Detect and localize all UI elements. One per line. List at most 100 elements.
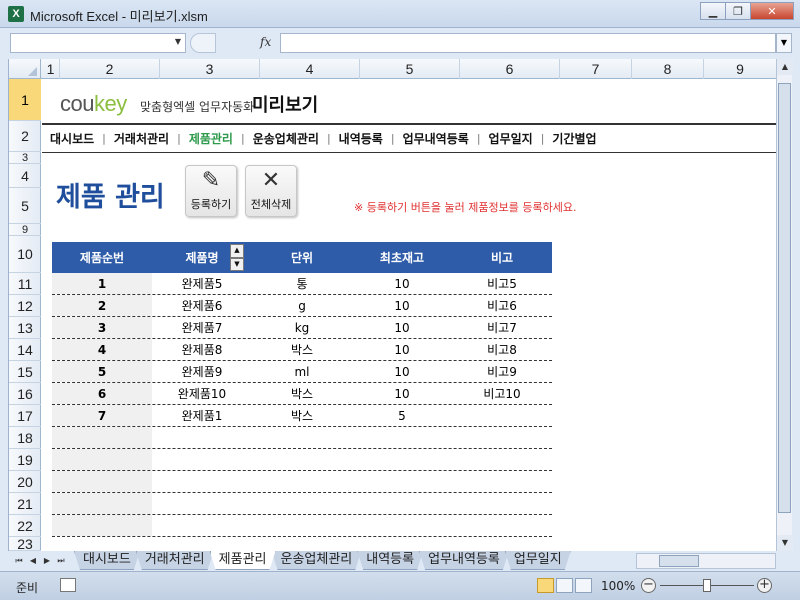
cell-note[interactable] — [452, 493, 552, 514]
nav-item-carriers[interactable]: 운송업체관리 — [245, 130, 327, 147]
arrow-up-icon[interactable]: ▲ — [230, 244, 244, 258]
column-header[interactable]: 8 — [632, 59, 704, 79]
row-header[interactable]: 9 — [9, 224, 41, 236]
cell-seq[interactable]: 3 — [52, 317, 152, 338]
cell-note[interactable] — [452, 471, 552, 492]
page-break-view-button[interactable] — [575, 578, 592, 593]
cell-unit[interactable] — [252, 471, 352, 492]
row-header[interactable]: 18 — [9, 427, 41, 449]
row-header[interactable]: 23 — [9, 536, 41, 551]
cell-stock[interactable] — [352, 449, 452, 470]
cell-seq[interactable]: 2 — [52, 295, 152, 316]
nav-item-work-log[interactable]: 업무일지 — [481, 130, 541, 147]
cell-name[interactable]: 완제품9 — [152, 361, 252, 382]
row-header[interactable]: 15 — [9, 361, 41, 383]
cell-seq[interactable]: 1 — [52, 273, 152, 294]
macro-record-icon[interactable] — [60, 578, 76, 592]
cell-note[interactable]: 비고5 — [452, 273, 552, 294]
close-button[interactable]: ✕ — [750, 2, 794, 20]
cell-stock[interactable]: 10 — [352, 339, 452, 360]
column-header[interactable]: 2 — [60, 59, 160, 79]
column-header[interactable]: 5 — [360, 59, 460, 79]
name-box[interactable]: ▼ — [10, 33, 186, 53]
row-header[interactable]: 16 — [9, 383, 41, 405]
cell-unit[interactable]: 박스 — [252, 383, 352, 404]
table-row[interactable]: 6 완제품10 박스 10 비고10 — [52, 383, 552, 405]
cell-name[interactable]: 완제품7 — [152, 317, 252, 338]
column-header[interactable]: 4 — [260, 59, 360, 79]
vertical-scrollbar[interactable]: ▲ ▼ — [776, 59, 793, 551]
sheet-tab-entry[interactable]: 내역등록 — [357, 551, 423, 570]
expand-formula-bar-button[interactable]: ▼ — [776, 33, 792, 53]
cell-unit[interactable]: g — [252, 295, 352, 316]
row-header[interactable]: 3 — [9, 152, 41, 164]
sheet-tab-clients[interactable]: 거래처관리 — [136, 551, 214, 570]
cell-stock[interactable] — [352, 493, 452, 514]
cell-unit[interactable] — [252, 515, 352, 536]
nav-item-clients[interactable]: 거래처관리 — [106, 130, 177, 147]
table-row[interactable]: 1 완제품5 통 10 비고5 — [52, 273, 552, 295]
column-header[interactable]: 1 — [42, 59, 60, 79]
row-header[interactable]: 5 — [9, 188, 41, 224]
nav-item-work-entry[interactable]: 업무내역등록 — [395, 130, 477, 147]
sheet-tab-products[interactable]: 제품관리 — [210, 551, 276, 570]
row-header[interactable]: 13 — [9, 317, 41, 339]
sheet-tab-work-entry[interactable]: 업무내역등록 — [419, 551, 509, 570]
cell-note[interactable] — [452, 515, 552, 536]
cell-seq[interactable] — [52, 427, 152, 448]
cell-stock[interactable]: 10 — [352, 295, 452, 316]
column-header[interactable]: 3 — [160, 59, 260, 79]
scroll-up-button[interactable]: ▲ — [777, 59, 793, 75]
cell-name[interactable] — [152, 493, 252, 514]
cell-seq[interactable]: 7 — [52, 405, 152, 426]
sheet-tab-dashboard[interactable]: 대시보드 — [74, 551, 140, 570]
cell-name[interactable]: 완제품1 — [152, 405, 252, 426]
table-row[interactable]: 7 완제품1 박스 5 — [52, 405, 552, 427]
nav-item-dashboard[interactable]: 대시보드 — [42, 130, 102, 147]
insert-function-button[interactable]: fx — [260, 35, 271, 49]
next-sheet-icon[interactable]: ▶ — [40, 553, 54, 569]
cell-unit[interactable] — [252, 493, 352, 514]
nav-item-period[interactable]: 기간별업 — [544, 130, 604, 147]
cell-seq[interactable] — [52, 471, 152, 492]
column-header[interactable]: 9 — [704, 59, 776, 79]
normal-view-button[interactable] — [537, 578, 554, 593]
cell-note[interactable] — [452, 427, 552, 448]
cell-name[interactable] — [152, 427, 252, 448]
row-header[interactable]: 22 — [9, 515, 41, 537]
row-header[interactable]: 21 — [9, 493, 41, 515]
cell-seq[interactable] — [52, 449, 152, 470]
cell-stock[interactable] — [352, 515, 452, 536]
cell-name[interactable]: 완제품6 — [152, 295, 252, 316]
table-row[interactable]: 2 완제품6 g 10 비고6 — [52, 295, 552, 317]
cell-name[interactable] — [152, 515, 252, 536]
row-header[interactable]: 19 — [9, 449, 41, 471]
zoom-slider-thumb[interactable] — [703, 579, 711, 592]
cell-note[interactable] — [452, 449, 552, 470]
last-sheet-icon[interactable]: ⏭ — [54, 553, 68, 569]
sheet-tab-work-log[interactable]: 업무일지 — [505, 551, 571, 570]
table-row[interactable]: 5 완제품9 ml 10 비고9 — [52, 361, 552, 383]
row-header[interactable]: 11 — [9, 273, 41, 295]
cell-stock[interactable] — [352, 471, 452, 492]
cell-stock[interactable]: 10 — [352, 317, 452, 338]
nav-item-products[interactable]: 제품관리 — [181, 130, 241, 147]
cell-stock[interactable]: 5 — [352, 405, 452, 426]
row-header[interactable]: 12 — [9, 295, 41, 317]
table-row[interactable]: 4 완제품8 박스 10 비고8 — [52, 339, 552, 361]
vertical-scroll-thumb[interactable] — [778, 83, 791, 513]
table-row[interactable] — [52, 471, 552, 493]
arrow-down-icon[interactable]: ▼ — [230, 257, 244, 271]
zoom-out-button[interactable]: − — [641, 578, 656, 593]
row-header[interactable]: 17 — [9, 405, 41, 427]
chevron-down-icon[interactable]: ▼ — [175, 37, 181, 46]
cell-seq[interactable]: 6 — [52, 383, 152, 404]
cell-note[interactable]: 비고7 — [452, 317, 552, 338]
scroll-down-button[interactable]: ▼ — [777, 535, 793, 551]
cell-unit[interactable]: 박스 — [252, 405, 352, 426]
cell-unit[interactable]: ml — [252, 361, 352, 382]
table-row[interactable] — [52, 493, 552, 515]
minimize-button[interactable]: ▁ — [700, 2, 726, 20]
row-header[interactable]: 14 — [9, 339, 41, 361]
column-header[interactable]: 7 — [560, 59, 632, 79]
